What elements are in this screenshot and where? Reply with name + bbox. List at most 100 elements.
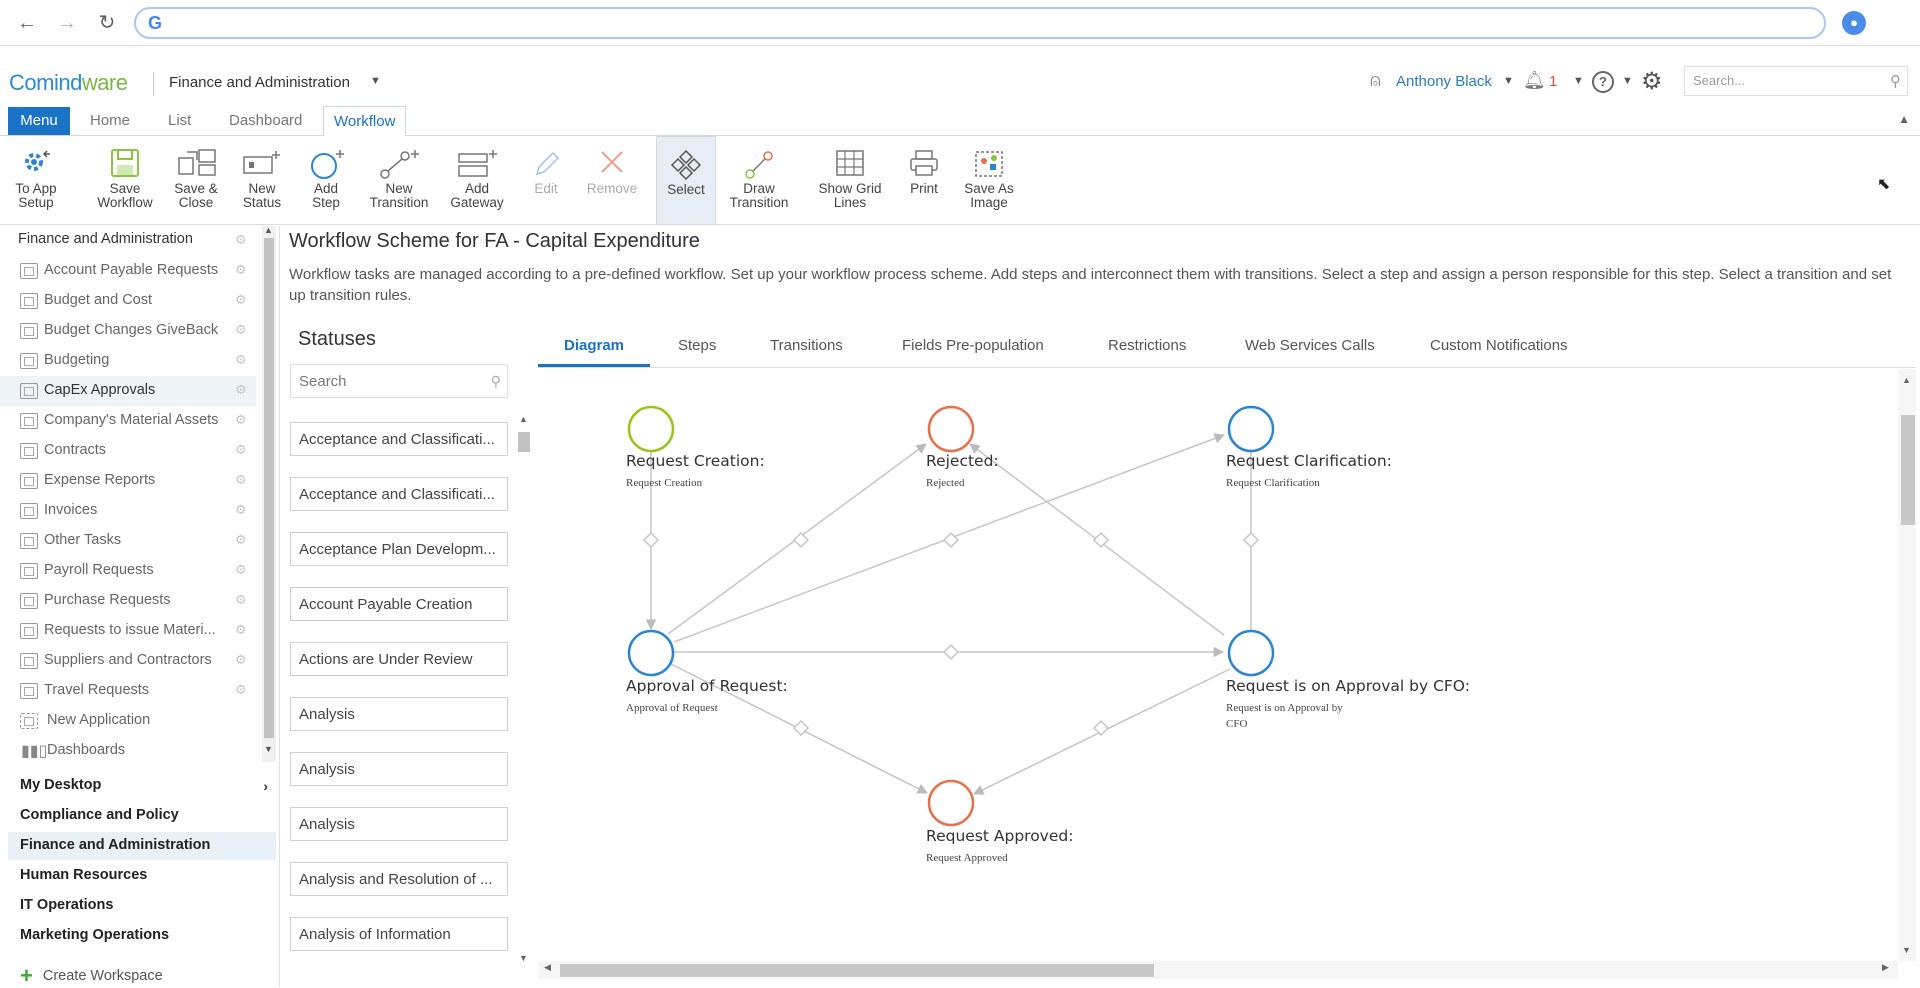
workflow-diagram-canvas[interactable]: Request Creation: Request Creation Rejec… — [538, 369, 1916, 986]
sidebar-item-other-tasks[interactable]: Other Tasks ⚙ — [0, 526, 256, 556]
scrollbar-thumb[interactable] — [518, 432, 530, 452]
sidebar-item-contracts[interactable]: Contracts ⚙ — [0, 436, 256, 466]
workspace-it-operations[interactable]: IT Operations — [8, 892, 276, 920]
status-search-input[interactable]: Search ⚲ — [290, 364, 508, 398]
save-workflow-button[interactable]: Save Workflow — [90, 136, 160, 225]
tab-fields-prepopulation[interactable]: Fields Pre-population — [902, 337, 1044, 354]
gear-icon[interactable]: ⚙ — [230, 226, 250, 256]
node-title[interactable]: Request Approved: — [926, 827, 1073, 845]
sidebar-item-account-payable[interactable]: Account Payable Requests ⚙ — [0, 256, 256, 286]
chevron-down-icon[interactable]: ▼ — [1622, 75, 1633, 87]
scroll-down-icon[interactable]: ▼ — [1902, 945, 1911, 955]
node-title[interactable]: Approval of Request: — [626, 677, 788, 695]
sidebar-dashboards[interactable]: ▮▮▯ Dashboards — [0, 736, 256, 766]
sidebar-item-requests-materials[interactable]: Requests to issue Materi... ⚙ — [0, 616, 256, 646]
chevron-down-icon[interactable]: ▼ — [370, 75, 381, 87]
draw-transition-button[interactable]: Draw Transition — [722, 136, 796, 225]
sidebar-group-title[interactable]: Finance and Administration — [18, 231, 193, 247]
save-as-image-button[interactable]: Save As Image — [960, 136, 1018, 225]
sidebar-new-application[interactable]: New Application — [0, 706, 256, 736]
scrollbar-thumb[interactable] — [560, 964, 1154, 977]
tab-home[interactable]: Home — [80, 106, 140, 136]
status-item[interactable]: Acceptance and Classificati... — [290, 477, 508, 511]
tab-list[interactable]: List — [158, 106, 201, 136]
notification-count[interactable]: 1 — [1549, 73, 1557, 90]
select-button[interactable]: Select — [656, 136, 716, 225]
sidebar-item-material-assets[interactable]: Company's Material Assets ⚙ — [0, 406, 256, 436]
add-step-button[interactable]: Add Step — [304, 136, 348, 225]
add-gateway-button[interactable]: Add Gateway — [444, 136, 510, 225]
remove-button[interactable]: Remove — [584, 136, 640, 225]
tab-menu[interactable]: Menu — [8, 107, 70, 135]
status-item[interactable]: Analysis — [290, 752, 508, 786]
new-status-button[interactable]: New Status — [234, 136, 290, 225]
sidebar-item-expense-reports[interactable]: Expense Reports ⚙ — [0, 466, 256, 496]
tab-web-services-calls[interactable]: Web Services Calls — [1245, 337, 1375, 354]
diagram-horizontal-scrollbar[interactable]: ◀ ▶ — [538, 961, 1898, 979]
search-icon[interactable]: ⚲ — [1890, 72, 1901, 90]
scroll-up-icon[interactable]: ▲ — [1902, 375, 1911, 385]
sidebar-item-invoices[interactable]: Invoices ⚙ — [0, 496, 256, 526]
back-icon[interactable]: ← — [12, 8, 42, 38]
search-icon[interactable]: ⚲ — [491, 373, 501, 390]
scroll-up-icon[interactable]: ▲ — [264, 225, 273, 235]
scrollbar-thumb[interactable] — [264, 238, 274, 738]
show-grid-lines-button[interactable]: Show Grid Lines — [810, 136, 890, 225]
save-close-button[interactable]: Save & Close — [168, 136, 224, 225]
help-icon[interactable]: ? — [1592, 71, 1614, 93]
node-title[interactable]: Request is on Approval by CFO: — [1226, 677, 1470, 695]
tab-workflow[interactable]: Workflow — [323, 106, 407, 137]
status-item[interactable]: Account Payable Creation — [290, 587, 508, 621]
status-item[interactable]: Analysis — [290, 807, 508, 841]
tab-dashboard[interactable]: Dashboard — [219, 106, 312, 136]
workspace-marketing[interactable]: Marketing Operations — [8, 922, 276, 950]
node-title[interactable]: Request Clarification: — [1226, 452, 1392, 470]
gear-icon[interactable]: ⚙ — [1641, 67, 1663, 96]
tab-transitions[interactable]: Transitions — [770, 337, 843, 354]
node-title[interactable]: Rejected: — [926, 452, 999, 470]
status-item[interactable]: Acceptance Plan Developm... — [290, 532, 508, 566]
collapse-icon[interactable]: ▲ — [1898, 112, 1910, 126]
sidebar-item-budgeting[interactable]: Budgeting ⚙ — [0, 346, 256, 376]
workspace-finance[interactable]: Finance and Administration — [8, 832, 276, 860]
extension-icon[interactable]: ● — [1842, 11, 1866, 35]
create-workspace-button[interactable]: + Create Workspace — [20, 960, 163, 988]
tab-custom-notifications[interactable]: Custom Notifications — [1430, 337, 1568, 354]
scrollbar-thumb[interactable] — [1901, 415, 1915, 525]
workspace-my-desktop[interactable]: My Desktop › — [8, 772, 276, 800]
sidebar-item-capex[interactable]: CapEx Approvals ⚙ — [0, 376, 256, 406]
scroll-down-icon[interactable]: ▼ — [264, 744, 273, 754]
status-item[interactable]: Actions are Under Review — [290, 642, 508, 676]
workspace-compliance[interactable]: Compliance and Policy — [8, 802, 276, 830]
diagram-vertical-scrollbar[interactable]: ▲ ▼ — [1898, 369, 1916, 961]
sidebar-item-budget-changes[interactable]: Budget Changes GiveBack ⚙ — [0, 316, 256, 346]
user-name[interactable]: Anthony Black — [1396, 73, 1492, 90]
tab-diagram[interactable]: Diagram — [564, 337, 624, 354]
header-search-input[interactable]: Search... ⚲ — [1684, 66, 1908, 96]
bell-icon[interactable]: 🔔︎ — [1523, 70, 1546, 91]
scroll-right-icon[interactable]: ▶ — [1882, 962, 1889, 973]
workspace-hr[interactable]: Human Resources — [8, 862, 276, 890]
sidebar-item-travel-requests[interactable]: Travel Requests ⚙ — [0, 676, 256, 706]
status-item[interactable]: Acceptance and Classificati... — [290, 422, 508, 456]
sidebar-item-payroll[interactable]: Payroll Requests ⚙ — [0, 556, 256, 586]
logo[interactable]: Comindware — [9, 70, 128, 96]
tab-steps[interactable]: Steps — [678, 337, 716, 354]
status-list-scrollbar[interactable]: ▲ ▼ — [516, 412, 530, 970]
sidebar-item-suppliers[interactable]: Suppliers and Contractors ⚙ — [0, 646, 256, 676]
sidebar-item-purchase-requests[interactable]: Purchase Requests ⚙ — [0, 586, 256, 616]
status-item[interactable]: Analysis — [290, 697, 508, 731]
scroll-up-icon[interactable]: ▲ — [519, 414, 528, 424]
tab-restrictions[interactable]: Restrictions — [1108, 337, 1186, 354]
chevron-down-icon[interactable]: ▼ — [1573, 75, 1584, 87]
reload-icon[interactable]: ↻ — [92, 8, 122, 38]
status-item[interactable]: Analysis and Resolution of ... — [290, 862, 508, 896]
app-title[interactable]: Finance and Administration — [169, 74, 350, 91]
status-item[interactable]: Analysis of Information — [290, 917, 508, 951]
sidebar-scrollbar[interactable]: ▲ ▼ — [262, 225, 276, 762]
scroll-left-icon[interactable]: ◀ — [544, 962, 551, 973]
print-button[interactable]: Print — [904, 136, 944, 225]
new-transition-button[interactable]: New Transition — [364, 136, 434, 225]
to-app-setup-button[interactable]: To App Setup — [6, 136, 66, 225]
forward-icon[interactable]: → — [52, 8, 82, 38]
